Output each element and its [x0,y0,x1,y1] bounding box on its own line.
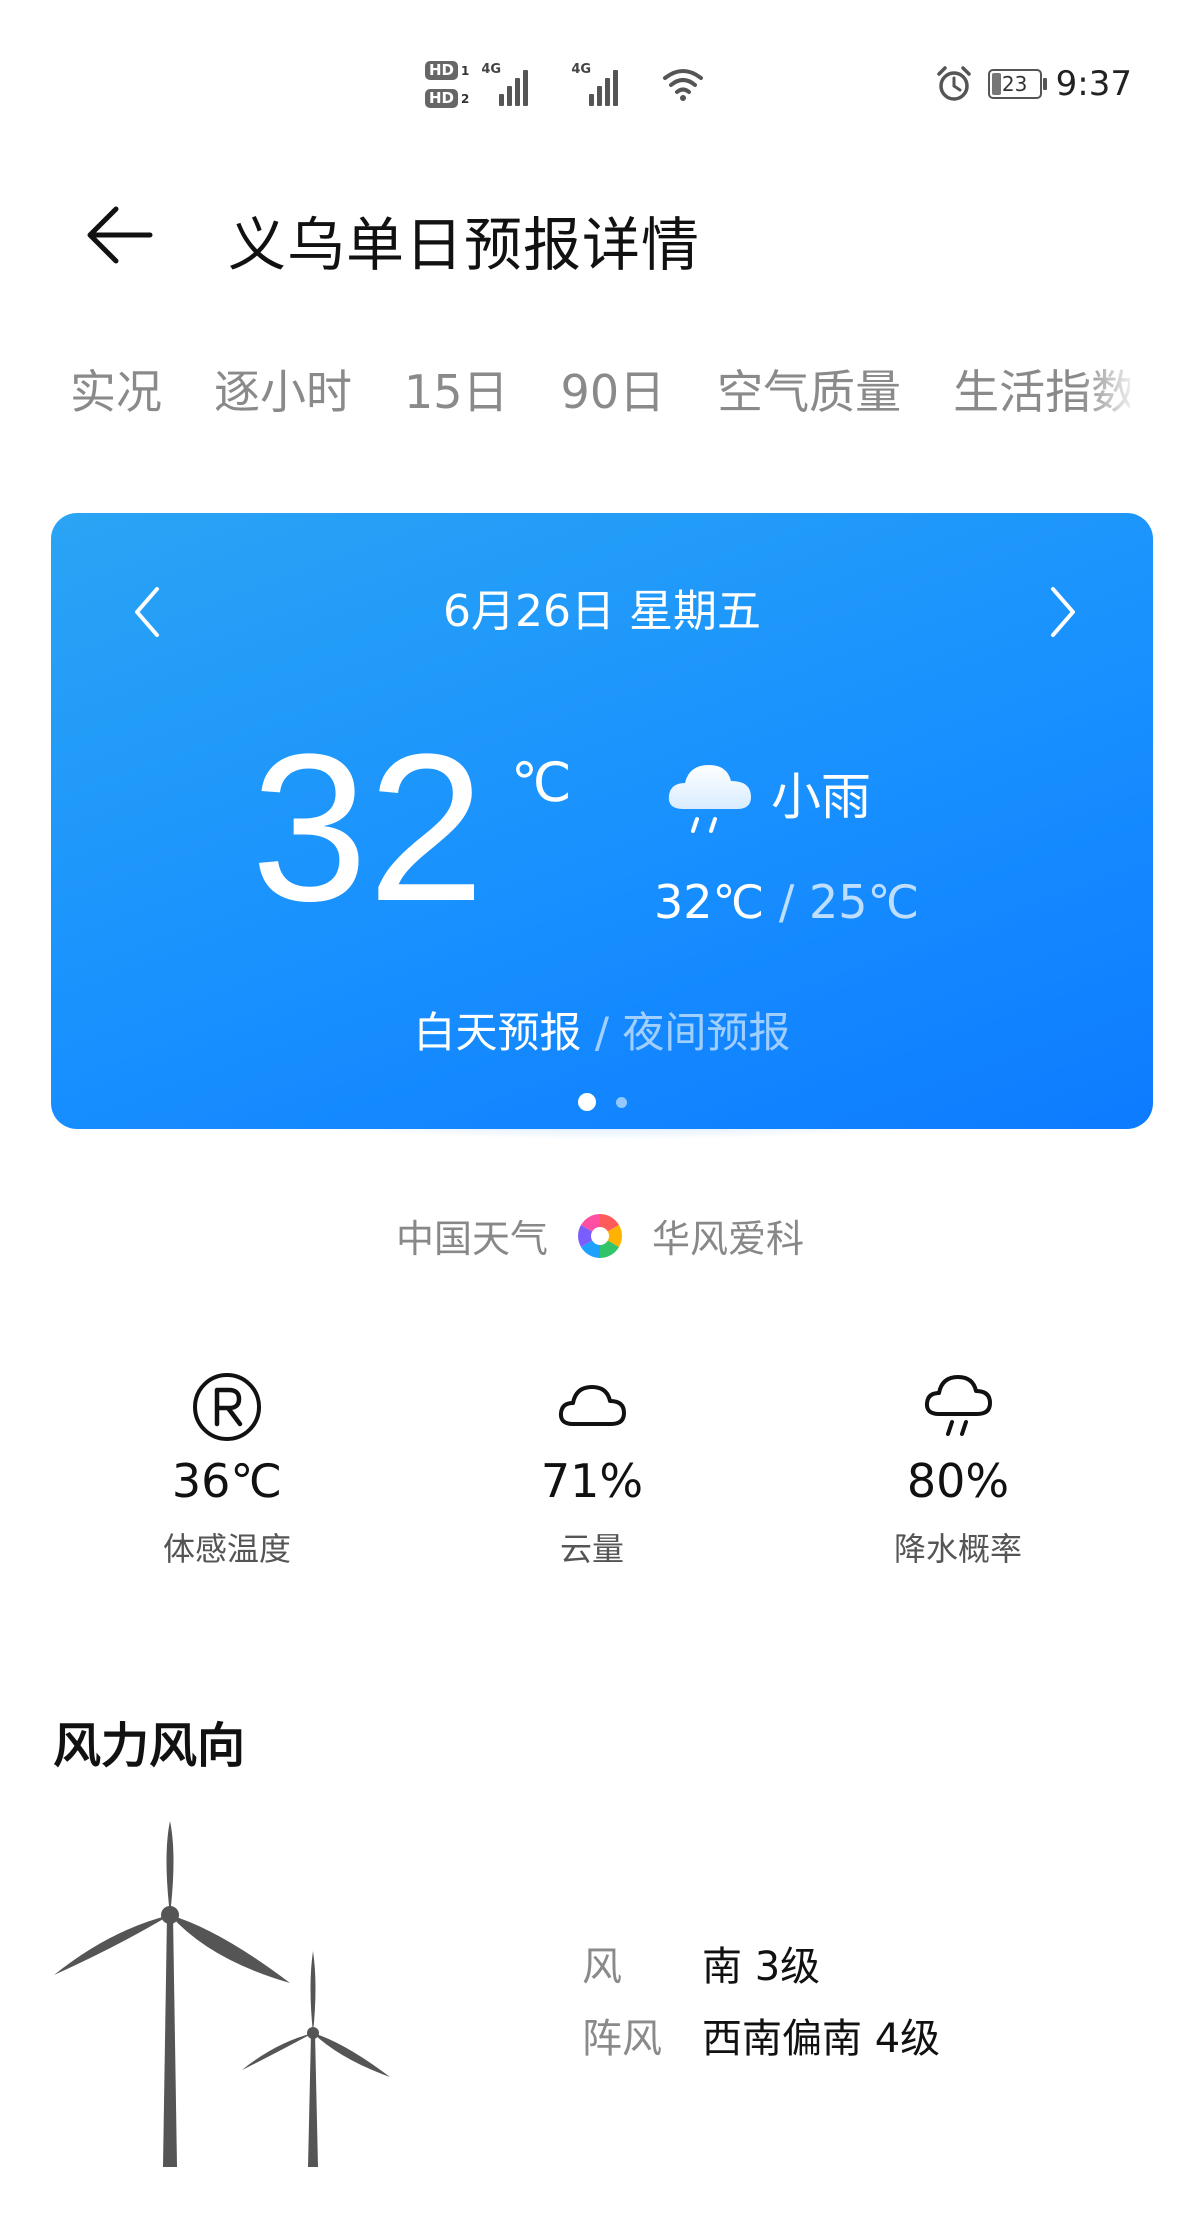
metric-precipitation: 80% 降水概率 [828,1372,1088,1570]
metric-label: 降水概率 [893,1530,1022,1568]
source-left: 中国天气 [395,1217,548,1261]
page-dot-active [577,1093,596,1111]
tab-15-day[interactable]: 15日 [404,356,509,426]
status-time: 9:37 [1055,64,1132,104]
tabs-fade [1080,350,1140,430]
status-bar: HD 1 HD 2 4G 4G 23 9:37 [0,0,1200,160]
battery-level: 23 [1001,72,1028,96]
net2-label: 4G [571,62,592,77]
hd-indicators: HD 1 HD 2 [425,60,469,108]
metric-value: 36℃ [171,1454,283,1508]
temp-high: 32℃ [654,875,765,929]
back-arrow-icon[interactable] [80,200,160,270]
mode-sep: / [581,1008,623,1057]
tab-hourly[interactable]: 逐小时 [214,356,352,426]
day-forecast-option[interactable]: 白天预报 [414,1008,582,1057]
hd1-badge: HD [425,61,459,80]
battery-icon: 23 [987,69,1047,99]
source-right: 华风爱科 [652,1217,805,1261]
page-dot [615,1096,627,1108]
wind-turbine-icon [54,1821,390,2167]
wind-value: 南 3级 [702,1944,821,1990]
night-forecast-option[interactable]: 夜间预报 [622,1008,790,1057]
wind-key: 风 [582,1944,622,1990]
hd1-number: 1 [461,64,470,78]
data-source: 中国天气 华风爱科 [0,1208,1200,1263]
forecast-card[interactable]: 6月26日 星期五 32 ℃ 小雨 32℃ / 25℃ 白天预报 / 夜间预报 [51,513,1153,1129]
cloud-icon [558,1385,626,1426]
page-indicator [51,1093,1153,1111]
temp-range-sep: / [764,875,809,929]
light-rain-icon [668,765,751,833]
gust-key: 阵风 [582,2016,662,2062]
tab-bar: 实况 逐小时 15日 90日 空气质量 生活指数 [70,356,1130,426]
gust-row: 阵风 西南偏南 4级 [582,2006,940,2064]
alarm-icon [936,66,971,101]
wind-section-heading: 风力风向 [53,1718,246,1774]
forecast-mode-toggle: 白天预报 / 夜间预报 [51,999,1153,1060]
forecast-date: 6月26日 星期五 [443,586,761,637]
next-day-chevron-icon[interactable] [1031,577,1091,647]
metric-value: 71% [540,1454,644,1508]
tab-realtime[interactable]: 实况 [70,356,162,426]
rain-cloud-icon [924,1375,992,1436]
page-title: 义乌单日预报详情 [228,211,701,279]
temp-low: 25℃ [808,875,920,929]
metric-cloud-cover: 71% 云量 [462,1372,722,1570]
color-pinwheel-icon [578,1213,622,1258]
net1-label: 4G [481,62,502,77]
metric-label: 体感温度 [162,1530,291,1568]
metric-label: 云量 [559,1530,624,1568]
metric-feels-like: 36℃ 体感温度 [97,1372,357,1570]
tab-90-day[interactable]: 90日 [561,356,666,426]
signal-2-icon: 4G [571,62,649,106]
tab-air-quality[interactable]: 空气质量 [717,356,901,426]
status-right: 23 9:37 [934,64,1132,104]
hd2-badge: HD [425,89,459,108]
registered-r-icon [193,1373,261,1441]
gust-value: 西南偏南 4级 [702,2016,941,2062]
temperature-range: 32℃ / 25℃ [654,875,919,929]
hd2-number: 2 [461,92,470,106]
metric-value: 80% [906,1454,1010,1508]
temperature-unit: ℃ [511,751,572,814]
wind-row: 风 南 3级 [582,1934,820,1992]
signal-indicators: HD 1 HD 2 4G 4G [425,56,705,112]
current-temperature: 32 [251,710,485,945]
weather-condition: 小雨 [771,768,871,826]
wifi-icon [663,69,704,101]
signal-1-icon: 4G [481,62,559,106]
